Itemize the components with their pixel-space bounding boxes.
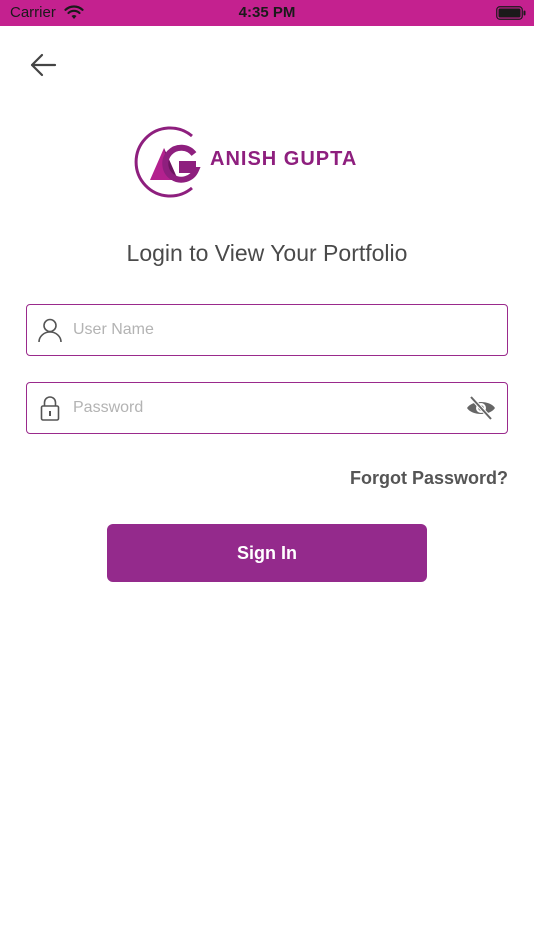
page-title: Login to View Your Portfolio [126,240,408,266]
logo-monogram: AG [134,124,136,125]
eye-off-icon[interactable] [465,394,497,422]
status-time: 4:35 PM [238,4,296,21]
lock-icon [40,396,60,421]
forgot-password-link[interactable]: Forgot Password? [350,468,508,489]
username-field[interactable] [26,304,508,356]
password-field[interactable] [26,382,508,434]
arrow-left-icon [30,53,57,77]
battery-icon [496,6,526,20]
user-icon [38,318,62,343]
login-screen: Carrier 4:35 PM AG ANISH GUPTA Login to … [0,0,534,950]
logo-mark-icon: AG [134,124,201,198]
password-input[interactable] [73,383,453,432]
sign-in-button[interactable]: Sign In [107,524,427,582]
brand-logo: AG ANISH GUPTA [134,124,400,200]
username-input[interactable] [73,305,453,354]
brand-name: ANISH GUPTA [210,148,358,170]
status-bar: Carrier 4:35 PM [0,0,534,26]
back-button[interactable] [28,52,58,78]
